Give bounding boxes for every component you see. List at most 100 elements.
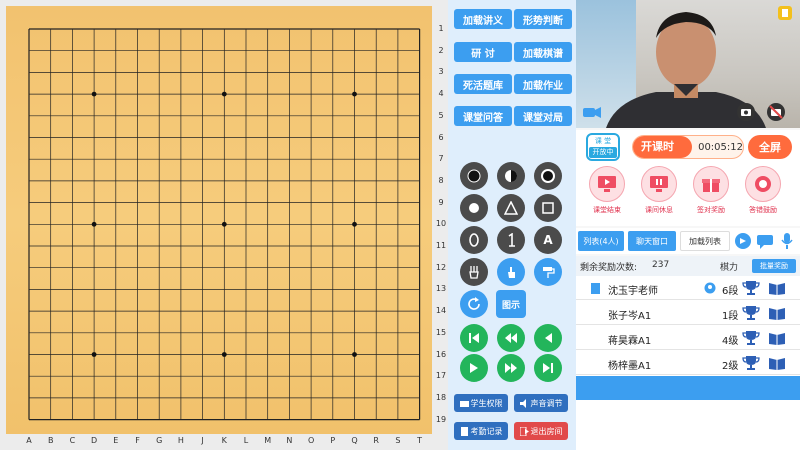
attendance-label: 考勤记录	[470, 426, 503, 436]
letter-mark-tool[interactable]: A	[534, 226, 562, 254]
row-label: 15	[435, 327, 447, 337]
fullscreen-button[interactable]: 全屏	[748, 135, 792, 159]
tab-load-list[interactable]: 加载列表	[680, 231, 730, 251]
monitor-icon	[589, 166, 625, 202]
exit-room-button[interactable]: 退出房间	[514, 422, 568, 440]
camera-icon	[459, 400, 469, 407]
square-mark-tool[interactable]	[534, 194, 562, 222]
end-class-action[interactable]: 课堂结束	[584, 166, 630, 215]
classroom-badge-title: 课 堂	[594, 137, 612, 145]
volume-adjust-button[interactable]: 声音调节	[514, 394, 568, 412]
classroom-badge-status: 开放中	[589, 147, 617, 158]
video-camera-icon[interactable]	[582, 102, 602, 122]
list-item[interactable]: 杨梓墨A1 2级	[576, 351, 800, 375]
next-button[interactable]	[460, 354, 488, 382]
open-book-icon[interactable]	[768, 356, 786, 370]
screen-share-icon[interactable]	[734, 232, 752, 250]
rewind-button[interactable]	[497, 324, 525, 352]
discussion-button[interactable]: 研 讨	[454, 42, 512, 62]
student-rank: 4级	[722, 336, 739, 347]
tab-chat-window[interactable]: 聊天窗口	[628, 231, 676, 251]
wrong-encourage-action[interactable]: 答错鼓励	[740, 166, 786, 215]
list-item[interactable]: 张子岑A1 1段	[576, 301, 800, 325]
show-diagram-button[interactable]: 图示	[496, 290, 526, 318]
microphone-icon[interactable]	[780, 232, 794, 250]
student-permission-button[interactable]: 学生权限	[454, 394, 508, 412]
star-point	[352, 221, 357, 227]
star-point	[221, 352, 227, 357]
board-grid[interactable]	[6, 6, 432, 434]
rotate-tool[interactable]	[460, 290, 488, 318]
paint-tool[interactable]	[534, 258, 562, 286]
row-label: 2	[438, 45, 444, 55]
class-game-button[interactable]: 课堂对局	[514, 106, 572, 126]
end-class-label: 课堂结束	[593, 206, 621, 214]
circle-mark-tool[interactable]	[460, 194, 488, 222]
white-stone-tool[interactable]	[534, 162, 562, 190]
fast-forward-icon	[505, 363, 517, 373]
alternate-stone-tool[interactable]	[497, 162, 525, 190]
app-root: 1 2 3 4 5 6 7 8 9 10 11 12 13 14 15 16 17 18 19 ABCDEFGHJK…	[0, 0, 800, 450]
batch-reward-button[interactable]: 批量奖励	[752, 259, 796, 273]
notification-icon[interactable]	[776, 4, 794, 22]
go-last-button[interactable]	[534, 354, 562, 382]
class-timer-value: 00:05:12	[698, 141, 743, 153]
go-first-button[interactable]	[460, 324, 488, 352]
open-book-icon[interactable]	[768, 281, 786, 295]
chat-bubble-icon[interactable]	[756, 232, 774, 250]
student-name: 沈玉宇老师	[608, 286, 658, 297]
row-label: 18	[435, 392, 447, 402]
column-label: M	[264, 436, 272, 445]
go-board[interactable]	[6, 6, 432, 434]
load-handout-button[interactable]: 加载讲义	[454, 9, 512, 29]
rewind-icon	[505, 333, 517, 343]
column-label: T	[417, 436, 423, 445]
skip-last-icon	[543, 363, 553, 373]
load-homework-button[interactable]: 加载作业	[514, 74, 572, 94]
row-label: 6	[438, 132, 444, 142]
list-item[interactable]: 沈玉宇老师 6段	[576, 276, 800, 300]
row-label: 8	[438, 175, 444, 185]
hand-pointer-icon	[508, 267, 515, 278]
gear-badge-icon	[745, 166, 781, 202]
column-label: A	[26, 436, 32, 445]
clear-marks-tool[interactable]	[460, 258, 488, 286]
trophy-icon[interactable]	[742, 355, 760, 371]
trophy-icon[interactable]	[742, 280, 760, 296]
mute-camera-icon[interactable]	[766, 102, 786, 122]
open-book-icon[interactable]	[768, 331, 786, 345]
trophy-icon[interactable]	[742, 330, 760, 346]
broom-icon	[469, 266, 479, 279]
fast-forward-button[interactable]	[497, 354, 525, 382]
skip-first-icon	[469, 333, 479, 343]
open-book-icon[interactable]	[768, 306, 786, 320]
student-rank: 1段	[722, 311, 739, 322]
correct-reward-action[interactable]: 签对奖励	[688, 166, 734, 215]
attendance-button[interactable]: 考勤记录	[454, 422, 508, 440]
pointer-tool[interactable]	[497, 258, 525, 286]
class-qa-button[interactable]: 课堂问答	[454, 106, 512, 126]
classroom-status-badge: 课 堂 开放中	[586, 133, 620, 161]
position-judgement-button[interactable]: 形势判断	[514, 9, 572, 29]
snapshot-camera-icon[interactable]	[736, 102, 756, 122]
column-label: D	[91, 436, 98, 445]
list-item[interactable]: 蒋昊霖A1 4级	[576, 326, 800, 350]
previous-button[interactable]	[534, 324, 562, 352]
row-label: 3	[438, 67, 444, 77]
star-point	[91, 352, 97, 357]
class-break-action[interactable]: 课间休息	[636, 166, 682, 215]
trophy-icon[interactable]	[742, 305, 760, 321]
right-panel: 课 堂 开放中 开课时长 00:05:12 全屏 课堂结束 课间休息	[576, 0, 800, 450]
triangle-mark-tool[interactable]	[497, 194, 525, 222]
tab-member-list[interactable]: 列表(4人)	[578, 231, 624, 251]
row-label: 4	[438, 89, 444, 99]
zero-mark-tool[interactable]	[460, 226, 488, 254]
number-mark-tool[interactable]	[497, 226, 525, 254]
load-game-record-button[interactable]: 加载棋谱	[514, 42, 572, 62]
selected-list-item[interactable]	[576, 376, 800, 400]
life-death-library-button[interactable]: 死活题库	[454, 74, 512, 94]
star-point	[352, 352, 357, 357]
black-stone-tool[interactable]	[460, 162, 488, 190]
column-label: C	[69, 436, 76, 445]
column-label: O	[307, 436, 315, 445]
